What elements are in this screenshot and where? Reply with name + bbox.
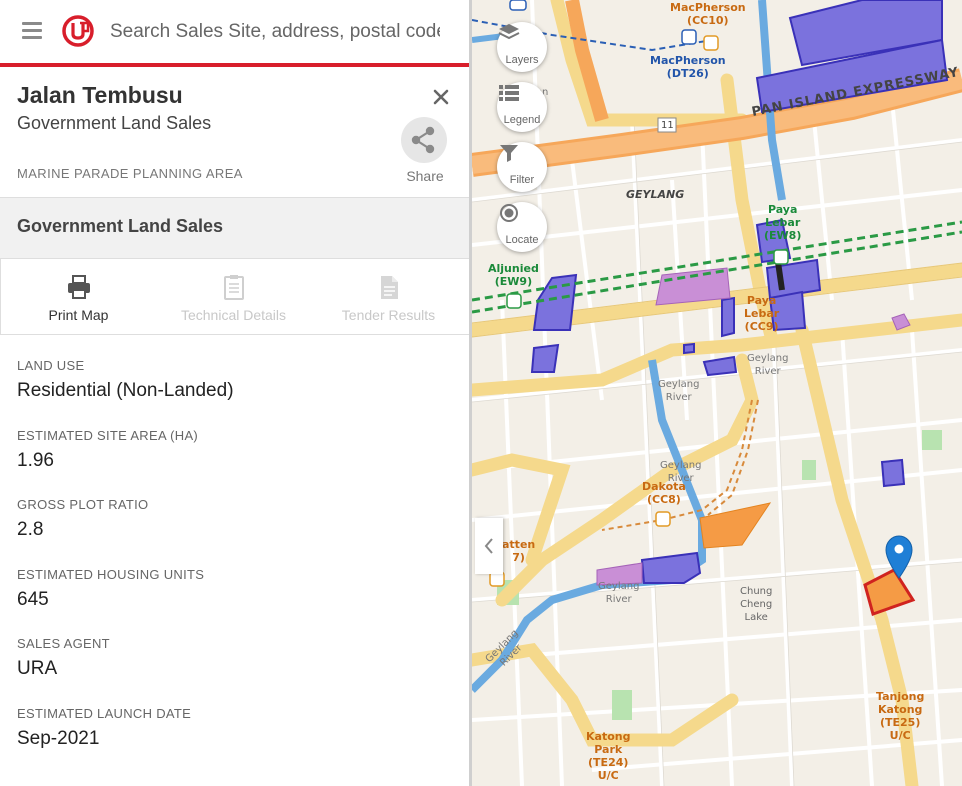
- filter-button[interactable]: Filter: [497, 142, 547, 192]
- field-launch-date: ESTIMATED LAUNCH DATE Sep-2021: [17, 706, 457, 750]
- share-button[interactable]: [401, 117, 447, 163]
- geylang-river-label: Geylang River: [598, 581, 640, 605]
- legend-button[interactable]: Legend: [497, 82, 547, 132]
- paya-lebar-ew8-label: Paya Lebar (EW8): [764, 203, 802, 242]
- katong-park-label: Katong Park (TE24) U/C: [586, 730, 631, 782]
- paya-lebar-cc9-label: Paya Lebar (CC9): [744, 294, 780, 333]
- collapse-panel-button[interactable]: [475, 518, 503, 574]
- road-number-label: 11: [661, 120, 674, 131]
- legend-icon: [499, 85, 519, 101]
- technical-details-label: Technical Details: [180, 307, 287, 323]
- field-value: Sep-2021: [17, 728, 100, 749]
- locate-icon: [500, 204, 518, 222]
- field-value: 1.96: [17, 450, 54, 471]
- search-bar: [0, 0, 469, 63]
- field-label: LAND USE: [17, 358, 85, 373]
- dakota-label: Dakota (CC8): [642, 480, 686, 506]
- tender-results-label: Tender Results: [341, 307, 436, 323]
- field-sales-agent: SALES AGENT URA: [17, 636, 457, 680]
- field-housing-units: ESTIMATED HOUSING UNITS 645: [17, 567, 457, 611]
- field-label: ESTIMATED HOUSING UNITS: [17, 567, 205, 582]
- field-label: ESTIMATED LAUNCH DATE: [17, 706, 192, 721]
- print-map-button[interactable]: Print Map: [1, 259, 156, 335]
- field-value: 645: [17, 589, 49, 610]
- tender-results-button[interactable]: Tender Results: [311, 259, 466, 335]
- planning-area: MARINE PARADE PLANNING AREA: [17, 166, 243, 181]
- layers-icon: [498, 24, 520, 40]
- site-subtitle: Government Land Sales: [17, 113, 212, 133]
- layers-button[interactable]: Layers: [497, 22, 547, 72]
- tanjong-katong-label: Tanjong Katong (TE25) U/C: [876, 690, 925, 742]
- mountbatten-label: atten 7): [502, 538, 536, 564]
- macpherson-dt26-label: MacPherson (DT26): [650, 54, 726, 80]
- chevron-left-icon: [484, 538, 493, 554]
- field-label: ESTIMATED SITE AREA (HA): [17, 428, 199, 443]
- print-map-label: Print Map: [48, 307, 109, 323]
- aljunied-label: Aljunied (EW9): [488, 262, 539, 288]
- share-icon: [411, 126, 435, 154]
- field-site-area: ESTIMATED SITE AREA (HA) 1.96: [17, 428, 457, 472]
- share-label: Share: [406, 168, 444, 184]
- printer-icon: [68, 275, 90, 299]
- site-title: Jalan Tembusu: [17, 82, 183, 108]
- filter-label: Filter: [509, 174, 535, 186]
- filter-icon: [500, 145, 518, 162]
- header-divider: [0, 63, 469, 67]
- app-root: Jalan Tembusu Government Land Sales Shar…: [0, 0, 962, 786]
- clipboard-icon: [224, 275, 244, 300]
- field-land-use: LAND USE Residential (Non-Landed): [17, 358, 457, 402]
- geylang-area-label: GEYLANG: [626, 188, 685, 201]
- ura-logo: [62, 15, 94, 47]
- document-icon: [381, 276, 398, 299]
- locate-button[interactable]: Locate: [497, 202, 547, 252]
- section-title: Government Land Sales: [17, 216, 224, 236]
- field-label: GROSS PLOT RATIO: [17, 497, 149, 512]
- details-panel: Jalan Tembusu Government Land Sales Shar…: [0, 0, 472, 786]
- field-value: URA: [17, 658, 58, 679]
- layers-label: Layers: [505, 54, 539, 66]
- chung-cheng-lake-label: Chung Cheng Lake: [740, 586, 773, 623]
- action-toolbar: Print Map Technical Details Tender Resul…: [0, 259, 469, 335]
- search-input[interactable]: [110, 18, 440, 46]
- legend-label: Legend: [503, 114, 541, 126]
- locate-label: Locate: [505, 234, 539, 246]
- field-label: SALES AGENT: [17, 636, 110, 651]
- map-view[interactable]: PAN ISLAND EXPRESSWAY MacPherson (CC10) …: [472, 0, 962, 786]
- orange-parcel: [699, 502, 772, 549]
- close-icon[interactable]: [430, 86, 452, 108]
- field-plot-ratio: GROSS PLOT RATIO 2.8: [17, 497, 457, 541]
- geylang-river-label: Geylang River: [747, 353, 789, 377]
- field-value: 2.8: [17, 519, 44, 540]
- section-header: Government Land Sales: [0, 197, 469, 259]
- menu-icon[interactable]: [22, 22, 42, 40]
- macpherson-cc10-label: MacPherson (CC10): [670, 1, 746, 27]
- geylang-river-label: Geylang River: [658, 379, 700, 403]
- field-value: Residential (Non-Landed): [17, 380, 234, 401]
- technical-details-button[interactable]: Technical Details: [156, 259, 311, 335]
